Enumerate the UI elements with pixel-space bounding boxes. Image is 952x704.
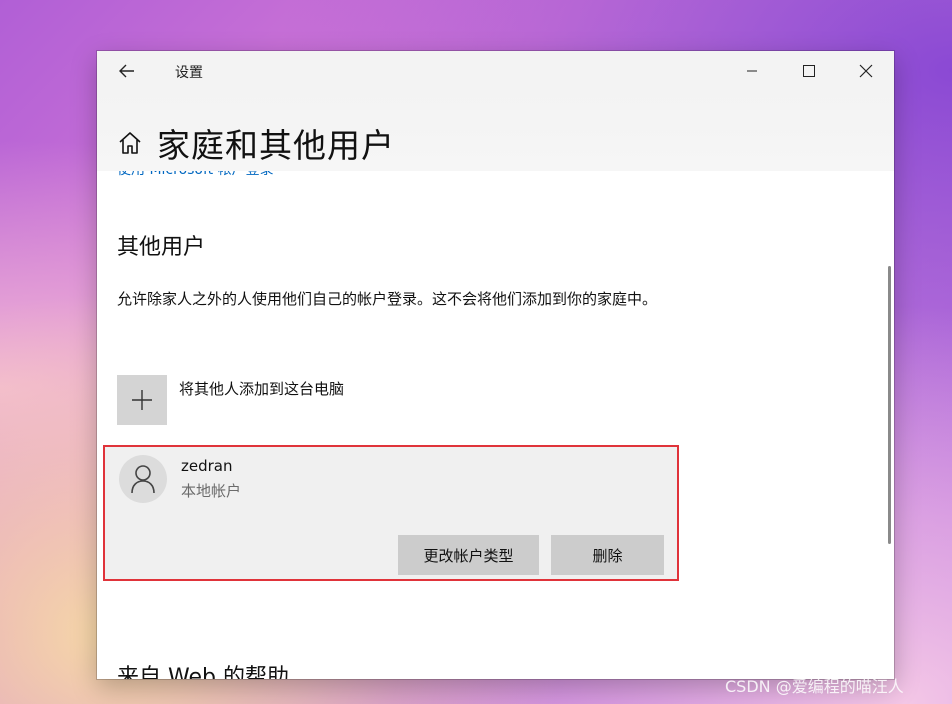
page-title: 家庭和其他用户 [157,126,395,165]
user-account-type: 本地帐户 [181,482,242,500]
scrollbar-thumb[interactable] [888,266,891,544]
close-button[interactable] [841,51,891,91]
back-button[interactable] [111,59,143,83]
maximize-button[interactable] [784,51,834,91]
user-card-zedran[interactable]: zedran 本地帐户 更改帐户类型 删除 [103,445,679,581]
add-other-user-button[interactable]: 将其他人添加到这台电脑 [117,375,344,425]
app-title: 设置 [175,65,203,81]
change-account-type-button[interactable]: 更改帐户类型 [398,535,539,575]
add-other-user-label[interactable]: 将其他人添加到这台电脑 [179,378,344,399]
title-bar: 设置 [97,51,894,91]
delete-user-button[interactable]: 删除 [551,535,664,575]
person-icon [131,465,155,494]
arrow-left-icon [119,64,134,78]
minimize-button[interactable] [727,51,777,91]
maximize-icon [803,65,815,77]
watermark: CSDN @爱编程的喵汪人 [725,677,904,696]
settings-window: 设置 使用 Microsoft 帐户登录 家庭和其他用户 其他用户 允许除家人之… [97,51,894,679]
minimize-icon [747,70,757,72]
plus-icon [132,390,152,410]
close-icon [859,64,873,78]
avatar [119,455,167,503]
web-help-heading: 来自 Web 的帮助 [117,665,289,679]
other-users-heading: 其他用户 [117,235,206,260]
other-users-description: 允许除家人之外的人使用他们自己的帐户登录。这不会将他们添加到你的家庭中。 [117,290,658,308]
home-icon[interactable] [117,131,143,155]
page-title-row: 家庭和其他用户 [117,119,395,167]
user-name: zedran [181,457,233,475]
add-tile[interactable] [117,375,167,425]
